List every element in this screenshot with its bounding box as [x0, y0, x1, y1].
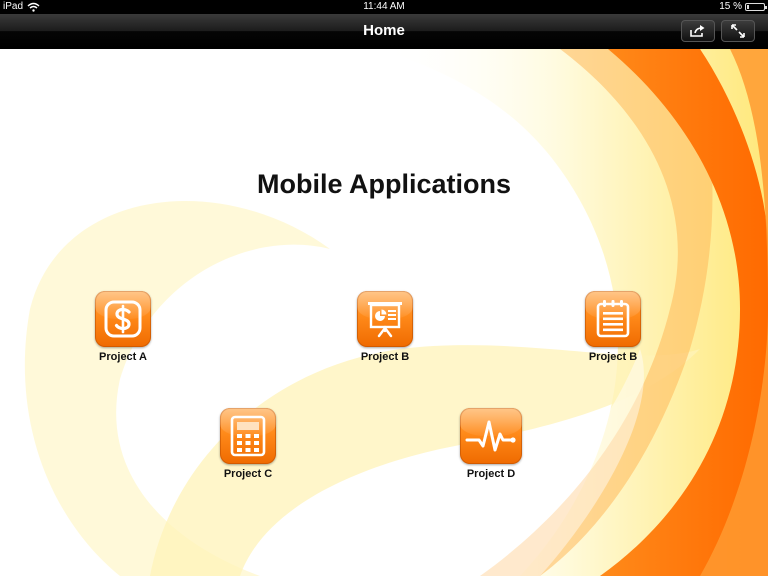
- status-right: 15 %: [719, 0, 767, 14]
- battery-fill: [747, 5, 749, 9]
- status-bar: iPad 11:44 AM 15 %: [0, 0, 768, 14]
- app-project-b-presentation[interactable]: Project B: [330, 291, 440, 363]
- dollar-icon: [104, 300, 142, 338]
- app-icon-tile: [95, 291, 151, 347]
- app-project-c[interactable]: Project C: [193, 408, 303, 480]
- app-label: Project D: [466, 468, 516, 480]
- share-icon: [690, 25, 705, 37]
- app-project-a[interactable]: Project A: [68, 291, 178, 363]
- home-content: Mobile Applications Project A Project B …: [0, 49, 768, 576]
- battery-percent: 15 %: [719, 1, 742, 12]
- app-icon-tile: [357, 291, 413, 347]
- expand-button[interactable]: [721, 20, 755, 42]
- expand-icon: [731, 24, 745, 38]
- app-label: Project C: [223, 468, 273, 480]
- ipad-screen: iPad 11:44 AM 15 % Home Mobile Applicati…: [0, 0, 768, 576]
- calculator-icon: [230, 415, 266, 457]
- app-icon-tile: [585, 291, 641, 347]
- navigation-bar: Home: [0, 14, 768, 49]
- app-icon-tile: [220, 408, 276, 464]
- presentation-icon: [368, 302, 402, 338]
- page-title: Mobile Applications: [256, 169, 511, 199]
- app-icon-tile: [460, 408, 522, 464]
- nav-title: Home: [363, 22, 405, 39]
- app-label: Project A: [99, 351, 147, 363]
- status-time: 11:44 AM: [363, 1, 405, 12]
- heartbeat-icon: [465, 420, 516, 452]
- app-project-b-notepad[interactable]: Project B: [558, 291, 668, 363]
- battery-icon: [745, 3, 767, 11]
- notepad-icon: [596, 300, 630, 338]
- app-label: Project B: [588, 351, 638, 363]
- share-button[interactable]: [681, 20, 715, 42]
- app-label: Project B: [360, 351, 410, 363]
- app-project-d[interactable]: Project D: [436, 408, 546, 480]
